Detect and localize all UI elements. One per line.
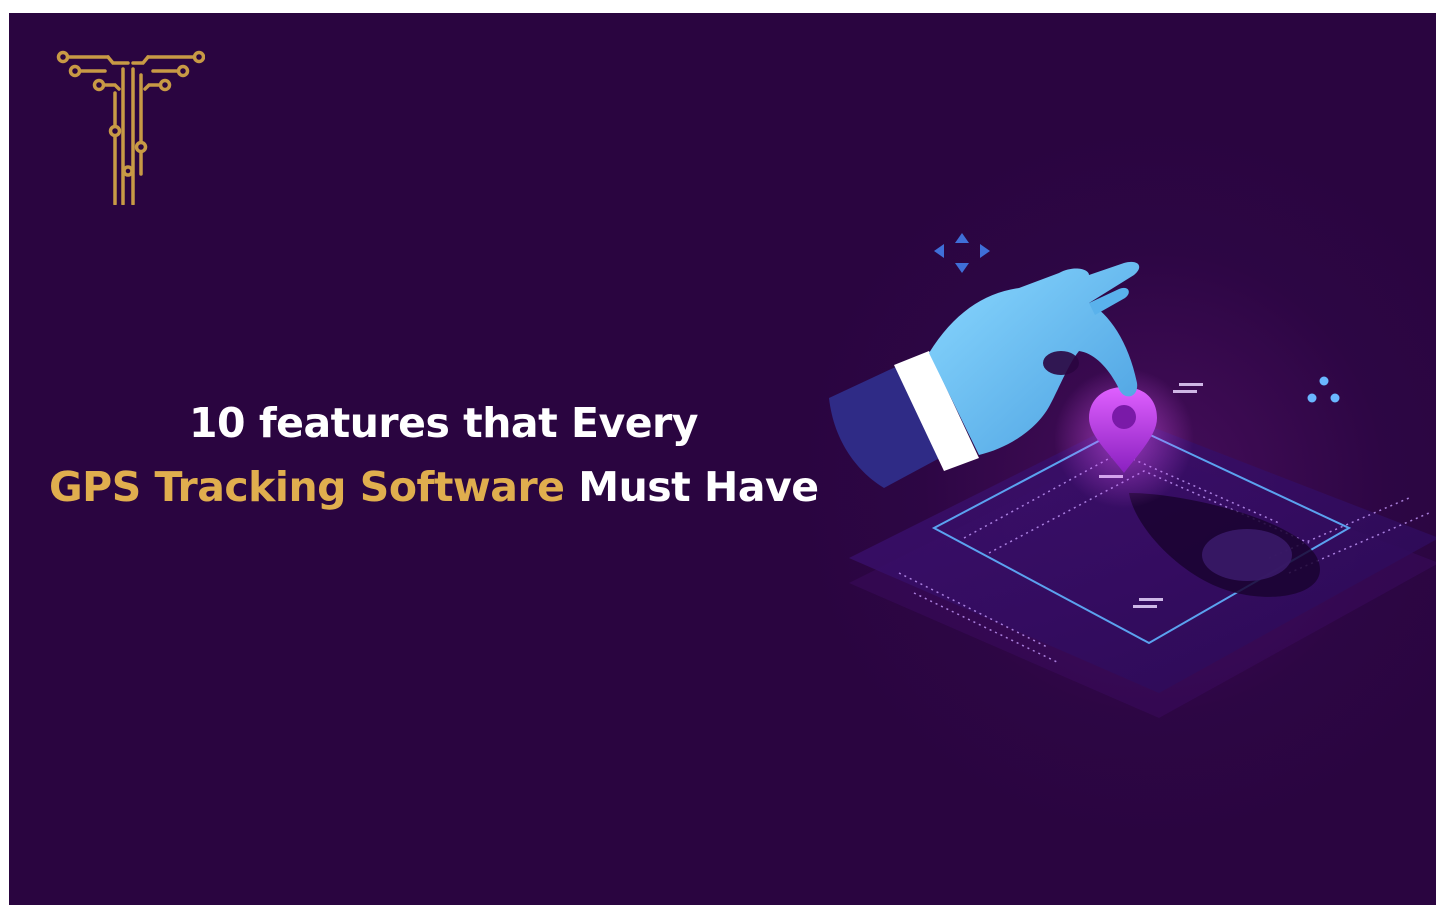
title-rest: Must Have	[564, 463, 819, 511]
circuit-t-logo-icon	[56, 50, 205, 205]
title-line-2: GPS Tracking Software Must Have	[49, 455, 869, 519]
title-line-1: 10 features that Every	[189, 399, 698, 447]
hand-holding-location-pin-icon	[829, 233, 1436, 718]
page-title: 10 features that Every GPS Tracking Soft…	[49, 391, 869, 519]
title-highlight: GPS Tracking Software	[49, 463, 565, 511]
banner: 10 features that Every GPS Tracking Soft…	[9, 13, 1436, 905]
